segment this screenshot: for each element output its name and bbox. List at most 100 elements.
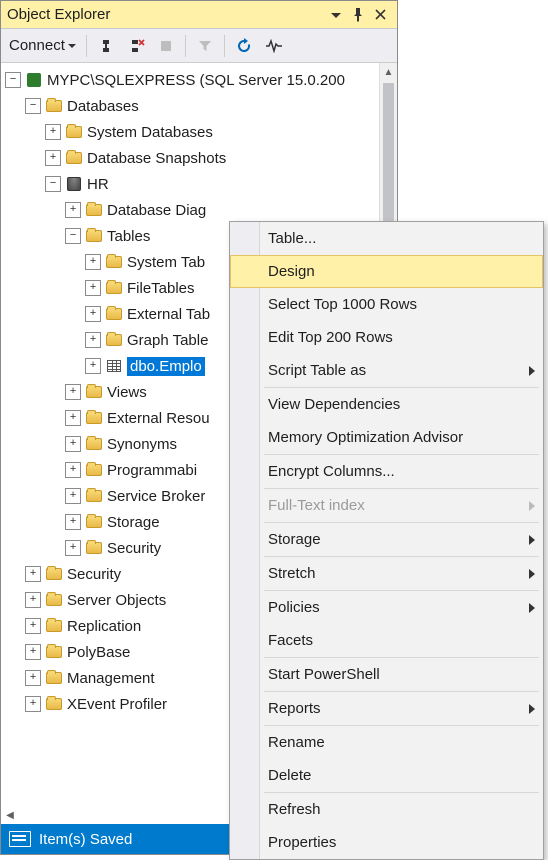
submenu-arrow-icon (529, 704, 535, 714)
folder-icon (105, 280, 123, 296)
folder-icon (105, 306, 123, 322)
expand-icon[interactable]: + (25, 696, 41, 712)
filter-icon[interactable] (191, 32, 219, 60)
expand-icon[interactable]: + (85, 332, 101, 348)
toolbar: Connect (1, 29, 397, 63)
titlebar: Object Explorer (1, 1, 397, 29)
expand-icon[interactable]: + (65, 488, 81, 504)
menu-refresh[interactable]: Refresh (230, 793, 543, 826)
expand-icon[interactable]: + (25, 566, 41, 582)
expand-icon[interactable]: + (65, 202, 81, 218)
expand-icon[interactable]: + (85, 254, 101, 270)
menu-script-table-as[interactable]: Script Table as (230, 354, 543, 387)
submenu-arrow-icon (529, 366, 535, 376)
database-diagrams-node[interactable]: +Database Diag (1, 197, 397, 223)
menu-memory-optimization[interactable]: Memory Optimization Advisor (230, 421, 543, 454)
expand-icon[interactable]: + (25, 618, 41, 634)
server-node[interactable]: −MYPC\SQLEXPRESS (SQL Server 15.0.200 (1, 67, 397, 93)
expand-icon[interactable]: + (45, 124, 61, 140)
menu-start-powershell[interactable]: Start PowerShell (230, 658, 543, 691)
context-menu: Table... Design Select Top 1000 Rows Edi… (229, 221, 544, 860)
stop-icon[interactable] (152, 32, 180, 60)
menu-facets[interactable]: Facets (230, 624, 543, 657)
expand-icon[interactable]: + (65, 384, 81, 400)
collapse-icon[interactable]: − (45, 176, 61, 192)
menu-fulltext-index: Full-Text index (230, 489, 543, 522)
database-icon (65, 176, 83, 192)
scroll-left-icon[interactable]: ◀ (3, 808, 17, 822)
expand-icon[interactable]: + (65, 514, 81, 530)
close-icon[interactable] (369, 4, 391, 26)
collapse-icon[interactable]: − (25, 98, 41, 114)
window-position-icon[interactable] (325, 4, 347, 26)
menu-edit-top[interactable]: Edit Top 200 Rows (230, 321, 543, 354)
expand-icon[interactable]: + (25, 592, 41, 608)
separator (86, 35, 87, 57)
folder-icon (85, 202, 103, 218)
folder-icon (45, 98, 63, 114)
refresh-icon[interactable] (230, 32, 258, 60)
folder-icon (45, 592, 63, 608)
chevron-down-icon (67, 41, 77, 51)
submenu-arrow-icon (529, 535, 535, 545)
status-text: Item(s) Saved (39, 831, 132, 848)
status-icon (9, 831, 31, 847)
folder-icon (85, 540, 103, 556)
menu-policies[interactable]: Policies (230, 591, 543, 624)
database-snapshots-node[interactable]: +Database Snapshots (1, 145, 397, 171)
connect-label: Connect (9, 37, 65, 54)
expand-icon[interactable]: + (65, 540, 81, 556)
folder-icon (45, 670, 63, 686)
menu-select-top[interactable]: Select Top 1000 Rows (230, 288, 543, 321)
scroll-up-icon[interactable]: ▲ (380, 63, 397, 81)
folder-icon (45, 644, 63, 660)
folder-icon (105, 332, 123, 348)
folder-icon (65, 124, 83, 140)
panel-title: Object Explorer (7, 6, 325, 23)
expand-icon[interactable]: + (25, 644, 41, 660)
folder-icon (45, 696, 63, 712)
disconnect-icon[interactable] (122, 32, 150, 60)
menu-view-dependencies[interactable]: View Dependencies (230, 388, 543, 421)
expand-icon[interactable]: + (65, 410, 81, 426)
expand-icon[interactable]: + (85, 280, 101, 296)
hr-database-node[interactable]: −HR (1, 171, 397, 197)
folder-icon (85, 514, 103, 530)
databases-node[interactable]: −Databases (1, 93, 397, 119)
expand-icon[interactable]: + (65, 462, 81, 478)
expand-icon[interactable]: + (45, 150, 61, 166)
menu-design[interactable]: Design (230, 255, 543, 288)
folder-icon (105, 254, 123, 270)
connect-dropdown[interactable]: Connect (5, 35, 81, 56)
folder-icon (85, 462, 103, 478)
collapse-icon[interactable]: − (5, 72, 21, 88)
collapse-icon[interactable]: − (65, 228, 81, 244)
folder-icon (85, 384, 103, 400)
activity-icon[interactable] (260, 32, 288, 60)
menu-reports[interactable]: Reports (230, 692, 543, 725)
folder-icon (45, 618, 63, 634)
server-icon (25, 72, 43, 88)
expand-icon[interactable]: + (25, 670, 41, 686)
expand-icon[interactable]: + (65, 436, 81, 452)
expand-icon[interactable]: + (85, 358, 101, 374)
menu-storage[interactable]: Storage (230, 523, 543, 556)
menu-rename[interactable]: Rename (230, 726, 543, 759)
folder-icon (85, 410, 103, 426)
menu-new-table[interactable]: Table... (230, 222, 543, 255)
expand-icon[interactable]: + (85, 306, 101, 322)
folder-icon (85, 488, 103, 504)
submenu-arrow-icon (529, 603, 535, 613)
folder-icon (85, 436, 103, 452)
pin-icon[interactable] (347, 4, 369, 26)
menu-encrypt-columns[interactable]: Encrypt Columns... (230, 455, 543, 488)
folder-icon (65, 150, 83, 166)
menu-stretch[interactable]: Stretch (230, 557, 543, 590)
folder-icon (45, 566, 63, 582)
menu-properties[interactable]: Properties (230, 826, 543, 859)
connect-icon[interactable] (92, 32, 120, 60)
separator (185, 35, 186, 57)
system-databases-node[interactable]: +System Databases (1, 119, 397, 145)
folder-icon (85, 228, 103, 244)
menu-delete[interactable]: Delete (230, 759, 543, 792)
